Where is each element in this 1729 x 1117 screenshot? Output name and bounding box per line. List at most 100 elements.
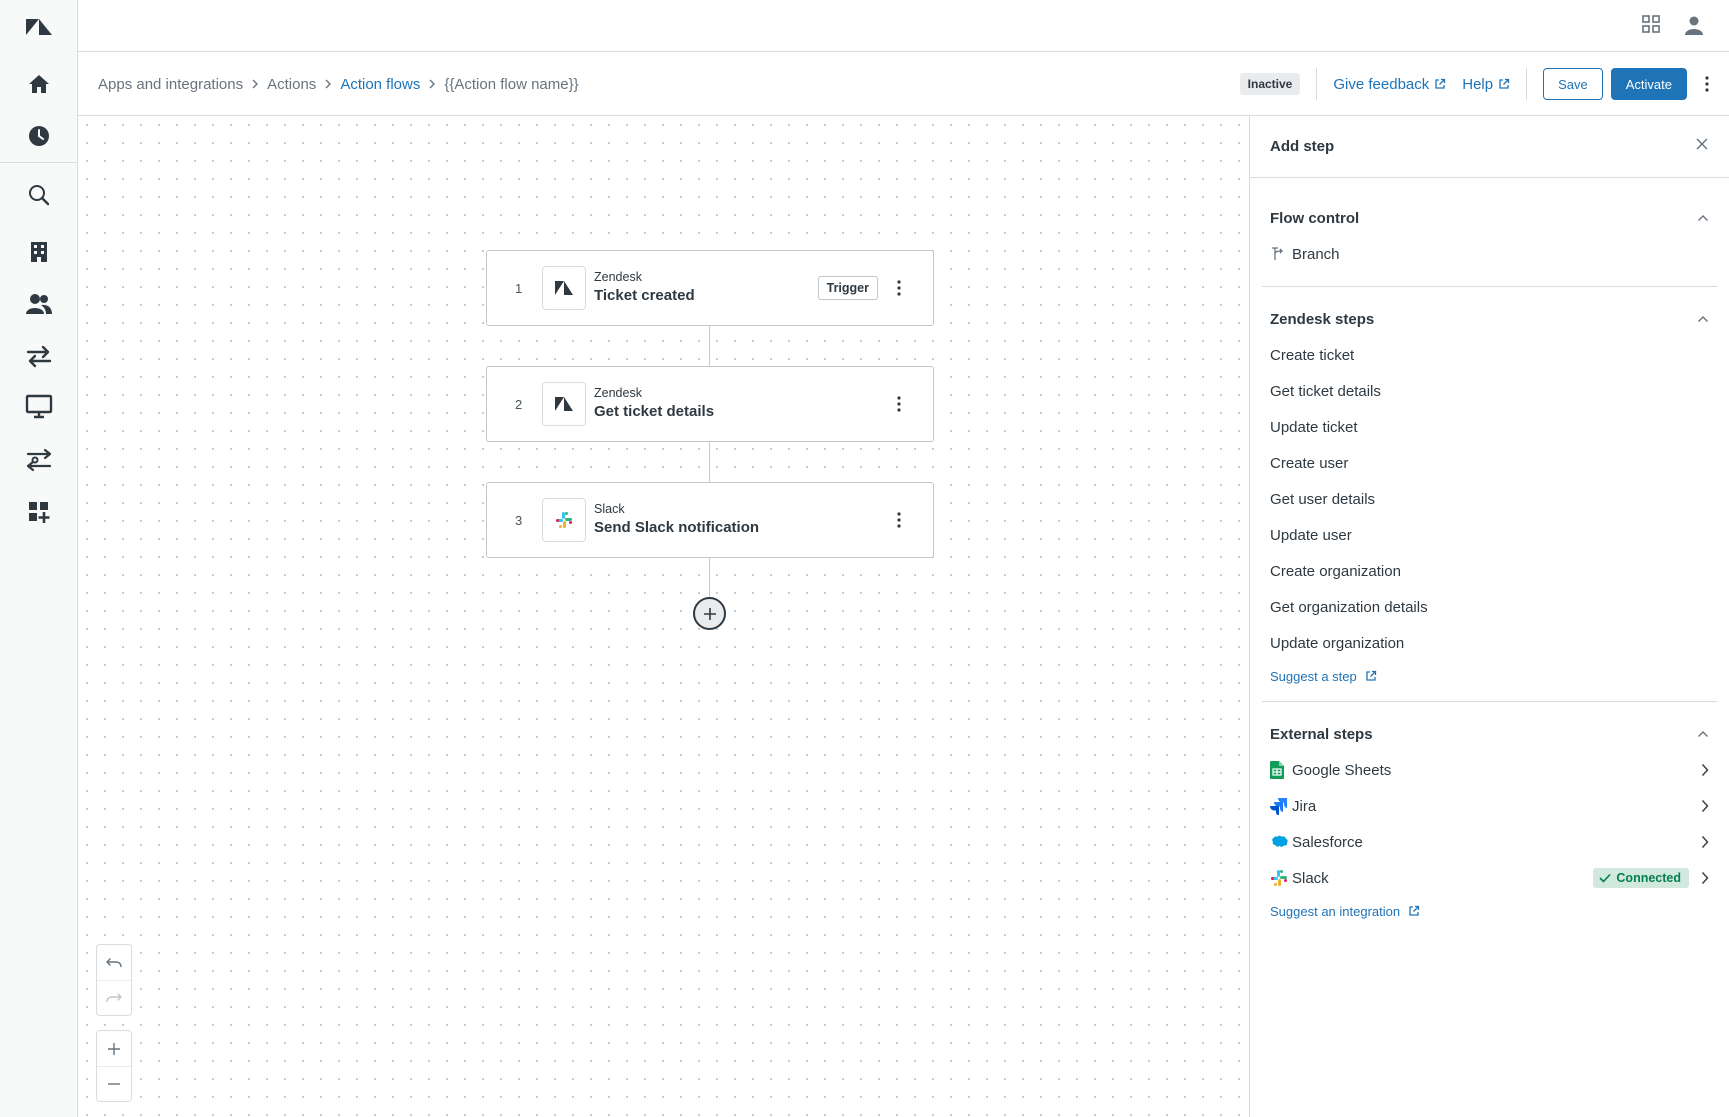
step-card[interactable]: 1 Zendesk Ticket created Trigger (486, 250, 934, 326)
chevron-up-icon (1698, 316, 1708, 322)
step-number: 2 (515, 396, 523, 412)
step-card[interactable]: 2 Zendesk Get ticket details (486, 366, 934, 442)
external-link-icon (1435, 78, 1446, 89)
breadcrumb: Apps and integrations Actions Action flo… (98, 52, 579, 116)
display-icon[interactable] (0, 385, 78, 429)
zendesk-icon (542, 382, 586, 426)
zoom-controls (96, 1030, 132, 1102)
add-step-button[interactable] (693, 597, 726, 630)
give-feedback-link[interactable]: Give feedback (1333, 76, 1446, 93)
flow-control-section: Flow control Branch (1262, 178, 1717, 287)
breadcrumb-current: {{Action flow name}} (444, 75, 579, 93)
top-bar (78, 0, 1729, 52)
chevron-up-icon (1698, 215, 1708, 221)
integration-slack[interactable]: Slack Connected (1270, 860, 1709, 896)
step-option[interactable]: Create ticket (1270, 337, 1709, 373)
item-label: Google Sheets (1292, 761, 1392, 779)
section-title: Zendesk steps (1270, 310, 1375, 328)
external-link-icon (1499, 78, 1510, 89)
zendesk-steps-header[interactable]: Zendesk steps (1270, 301, 1709, 337)
chevron-up-icon (1698, 731, 1708, 737)
check-icon (1599, 873, 1611, 883)
google-sheets-icon (1270, 761, 1292, 779)
users-icon[interactable] (0, 282, 78, 326)
integration-jira[interactable]: Jira (1270, 788, 1709, 824)
help-link[interactable]: Help (1462, 76, 1510, 93)
breadcrumb-actions[interactable]: Actions (267, 76, 316, 93)
routing-icon[interactable] (0, 438, 78, 482)
step-number: 3 (515, 512, 523, 528)
add-step-panel: Add step Flow control Branch Zendesk ste… (1249, 116, 1729, 1117)
external-steps-header[interactable]: External steps (1270, 716, 1709, 752)
branch-icon (1270, 246, 1292, 262)
zendesk-logo-icon[interactable] (0, 5, 78, 49)
recent-clock-icon[interactable] (0, 114, 78, 158)
add-apps-icon[interactable] (0, 490, 78, 534)
organizations-icon[interactable] (0, 230, 78, 274)
step-option-branch[interactable]: Branch (1270, 236, 1709, 272)
slack-icon (542, 498, 586, 542)
redo-button[interactable] (97, 980, 131, 1015)
transfers-icon[interactable] (0, 334, 78, 378)
external-link-icon (1409, 905, 1420, 916)
suggest-step-label: Suggest a step (1270, 668, 1357, 684)
section-title: External steps (1270, 725, 1373, 743)
step-app: Zendesk (594, 270, 642, 284)
external-link-icon (1366, 670, 1376, 681)
header-actions: Inactive Give feedback Help Save Activat… (1239, 52, 1709, 116)
flow-control-header[interactable]: Flow control (1270, 200, 1709, 236)
step-title: Send Slack notification (594, 519, 760, 536)
integration-salesforce[interactable]: Salesforce (1270, 824, 1709, 860)
plus-icon (703, 607, 716, 620)
left-nav (0, 0, 78, 1117)
home-icon[interactable] (0, 62, 78, 106)
step-card[interactable]: 3 Slack Send Slack notification (486, 482, 934, 558)
slack-icon (1270, 869, 1292, 887)
zoom-in-button[interactable] (97, 1031, 131, 1066)
integration-google-sheets[interactable]: Google Sheets (1270, 752, 1709, 788)
history-controls (96, 944, 132, 1016)
connected-badge: Connected (1593, 868, 1689, 888)
divider (1526, 68, 1528, 100)
suggest-integration-link[interactable]: Suggest an integration (1270, 896, 1709, 926)
item-label: Salesforce (1292, 833, 1363, 851)
step-option[interactable]: Create user (1270, 445, 1709, 481)
trigger-tag: Trigger (817, 276, 878, 300)
chevron-right-icon (324, 78, 332, 90)
item-label: Branch (1292, 245, 1340, 263)
step-menu-icon[interactable] (887, 392, 911, 416)
step-option[interactable]: Create organization (1270, 553, 1709, 589)
chevron-right-icon (1701, 764, 1709, 776)
undo-button[interactable] (97, 945, 131, 980)
chevron-right-icon (1701, 800, 1709, 812)
step-option[interactable]: Update organization (1270, 625, 1709, 661)
breadcrumb-action-flows[interactable]: Action flows (340, 76, 420, 93)
suggest-step-link[interactable]: Suggest a step (1270, 661, 1709, 691)
step-menu-icon[interactable] (887, 508, 911, 532)
nav-divider (0, 162, 78, 163)
step-menu-icon[interactable] (887, 276, 911, 300)
step-option[interactable]: Update ticket (1270, 409, 1709, 445)
more-options-icon[interactable] (1705, 76, 1709, 92)
plus-icon (108, 1042, 120, 1055)
salesforce-icon (1270, 835, 1292, 849)
step-option[interactable]: Get user details (1270, 481, 1709, 517)
save-button[interactable]: Save (1543, 68, 1603, 100)
jira-icon (1270, 797, 1292, 815)
help-label: Help (1462, 75, 1494, 93)
chevron-right-icon (428, 78, 436, 90)
search-icon[interactable] (0, 173, 78, 217)
step-option[interactable]: Update user (1270, 517, 1709, 553)
close-icon[interactable] (1695, 137, 1709, 156)
breadcrumb-apps[interactable]: Apps and integrations (98, 76, 243, 93)
profile-icon[interactable] (1683, 14, 1705, 41)
chevron-right-icon (1701, 872, 1709, 884)
product-tray-icon[interactable] (1641, 14, 1661, 39)
step-option[interactable]: Get ticket details (1270, 373, 1709, 409)
panel-title: Add step (1270, 138, 1335, 155)
step-option[interactable]: Get organization details (1270, 589, 1709, 625)
flow-canvas[interactable]: 1 Zendesk Ticket created Trigger 2 Zende… (78, 116, 1249, 1117)
external-steps-section: External steps Google Sheets Jira Salesf… (1262, 702, 1717, 938)
zoom-out-button[interactable] (97, 1066, 131, 1101)
activate-button[interactable]: Activate (1610, 68, 1687, 100)
